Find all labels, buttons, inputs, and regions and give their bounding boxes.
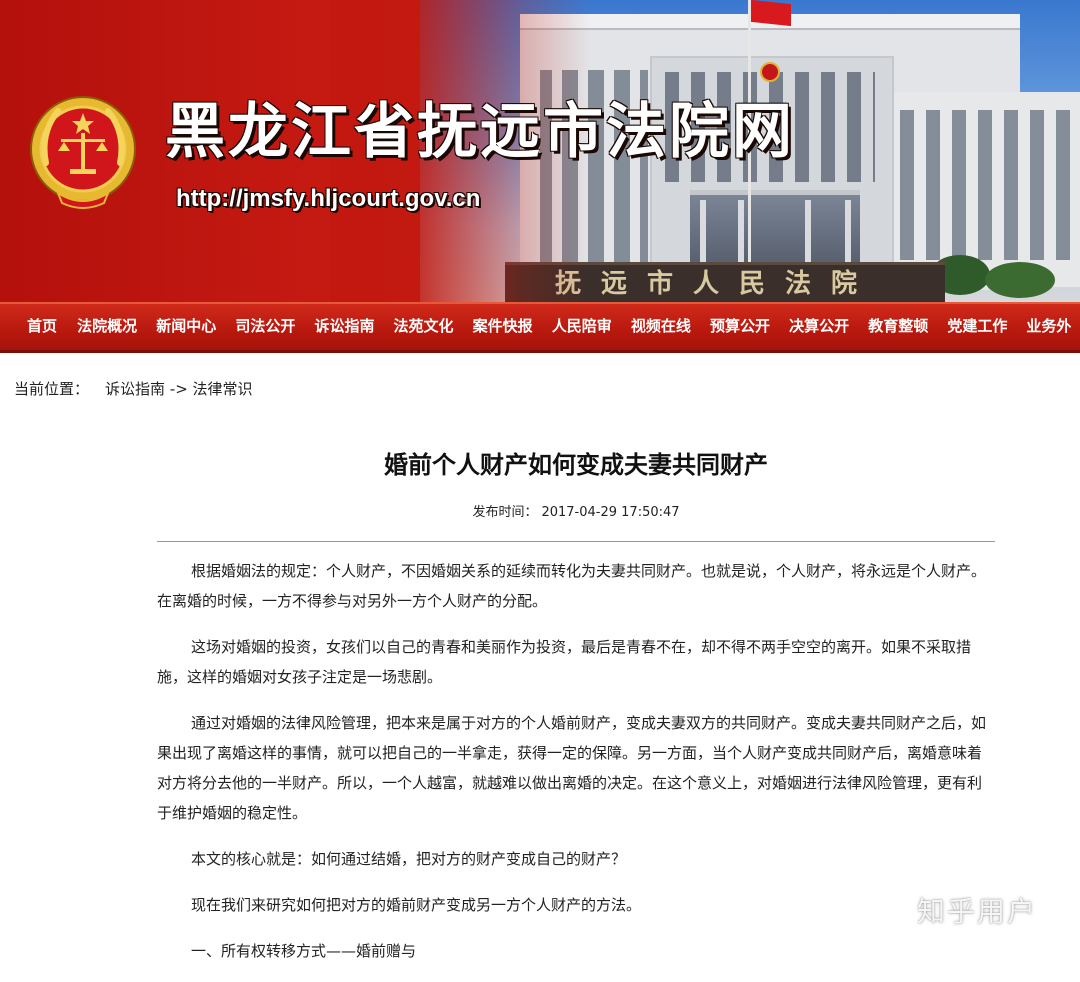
nav-item-budget-disclosure[interactable]: 预算公开 — [710, 304, 770, 350]
nav-item-business[interactable]: 业务外 — [1026, 304, 1071, 350]
article-body: 根据婚姻法的规定：个人财产，不因婚姻关系的延续而转化为夫妻共同财产。也就是说，个… — [157, 556, 995, 982]
nav-item-case-reports[interactable]: 案件快报 — [473, 304, 533, 350]
nav-item-final-accounts[interactable]: 决算公开 — [789, 304, 849, 350]
nav-item-litigation-guide[interactable]: 诉讼指南 — [314, 304, 374, 350]
nav-item-people-assessors[interactable]: 人民陪审 — [552, 304, 612, 350]
article-title: 婚前个人财产如何变成夫妻共同财产 — [384, 451, 768, 479]
nav-item-judicial-disclosure[interactable]: 司法公开 — [235, 304, 295, 350]
nav-item-video-online[interactable]: 视频在线 — [631, 304, 691, 350]
nav-item-news-center[interactable]: 新闻中心 — [156, 304, 216, 350]
nav-item-education-rectification[interactable]: 教育整顿 — [868, 304, 928, 350]
site-title: 黑龙江省抚远市法院网 — [165, 97, 795, 167]
main-nav: 首页 法院概况 新闻中心 司法公开 诉讼指南 法苑文化 案件快报 人民陪审 视频… — [0, 302, 1080, 353]
building-windows — [900, 110, 1070, 260]
court-emblem-icon — [30, 96, 136, 209]
building-emblem-icon — [760, 62, 780, 82]
publish-time-value: 2017-04-29 17:50:47 — [541, 505, 680, 520]
building-sign-text: 抚远市人民法院 — [555, 269, 878, 299]
site-url: http://jmsfy.hljcourt.gov.cn — [176, 185, 481, 212]
article-paragraph: 一、所有权转移方式——婚前赠与 — [191, 942, 417, 960]
tree — [985, 262, 1055, 298]
zhihu-watermark: 知乎用户 — [917, 895, 1038, 928]
nav-item-court-culture[interactable]: 法苑文化 — [394, 304, 454, 350]
publish-time-label: 发布时间： — [472, 505, 538, 520]
article-paragraph: 现在我们来研究如何把对方的婚前财产变成另一方个人财产的方法。 — [191, 896, 642, 914]
publish-time: 发布时间： 2017-04-29 17:50:47 — [0, 501, 1080, 525]
article-paragraph: 这场对婚姻的投资，女孩们以自己的青春和美丽作为投资，最后是青春不在，却不得不两手… — [157, 638, 972, 686]
breadcrumb: 当前位置： 诉讼指南 -> 法律常识 — [14, 376, 253, 402]
site-banner: 抚远市人民法院 黑龙江省抚远市法院网 http://jmsfy.hljcourt… — [0, 0, 1080, 302]
article-paragraph: 本文的核心就是：如何通过结婚，把对方的财产变成自己的财产？ — [191, 850, 627, 868]
national-flag-icon — [751, 0, 791, 27]
nav-item-home[interactable]: 首页 — [27, 304, 57, 350]
article-paragraph: 通过对婚姻的法律风险管理，把本来是属于对方的个人婚前财产，变成夫妻双方的共同财产… — [157, 714, 987, 822]
nav-item-party-building[interactable]: 党建工作 — [947, 304, 1007, 350]
title-divider — [157, 541, 995, 542]
article-paragraph: 根据婚姻法的规定：个人财产，不因婚姻关系的延续而转化为夫妻共同财产。也就是说，个… — [157, 562, 987, 610]
breadcrumb-path[interactable]: 诉讼指南 -> 法律常识 — [105, 380, 253, 398]
breadcrumb-label: 当前位置： — [14, 380, 90, 398]
nav-item-court-overview[interactable]: 法院概况 — [77, 304, 137, 350]
